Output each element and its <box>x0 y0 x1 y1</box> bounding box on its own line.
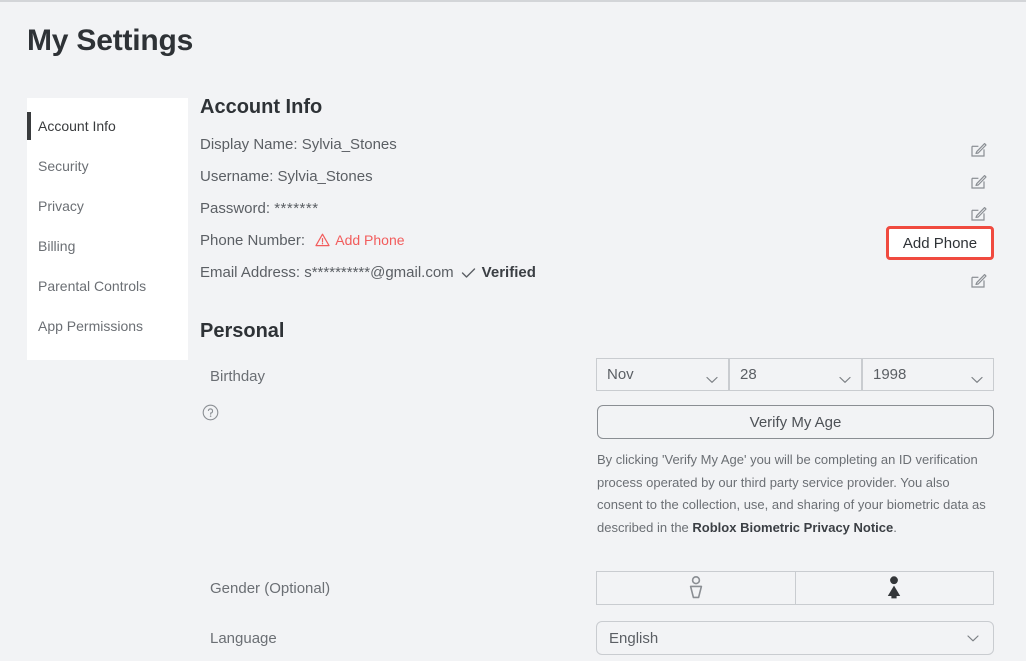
warning-triangle-icon <box>315 233 330 247</box>
row-username: Username: Sylvia_Stones <box>200 160 1000 192</box>
display-name-value: Sylvia_Stones <box>301 135 397 153</box>
phone-number-label: Phone Number: <box>200 231 310 249</box>
chevron-down-icon <box>971 371 983 383</box>
birthday-year-select[interactable]: 1998 <box>862 358 994 391</box>
display-name-label: Display Name: <box>200 135 302 153</box>
sidebar-item-label: Billing <box>38 238 76 254</box>
edit-email-icon[interactable] <box>970 272 987 289</box>
sidebar-item-parental-controls[interactable]: Parental Controls <box>27 266 188 306</box>
sidebar-item-label: Account Info <box>38 118 116 134</box>
sidebar-item-privacy[interactable]: Privacy <box>27 186 188 226</box>
row-phone-number: Phone Number: Add Phone <box>200 224 1000 256</box>
account-info-section: Account Info Display Name: Sylvia_Stones… <box>200 96 1000 288</box>
birthday-label: Birthday <box>210 368 266 385</box>
female-gender-icon <box>888 576 901 599</box>
sidebar-item-label: App Permissions <box>38 318 144 334</box>
sidebar-item-billing[interactable]: Billing <box>27 226 188 266</box>
language-label: Language <box>210 630 277 647</box>
sidebar-item-security[interactable]: Security <box>27 146 188 186</box>
birthday-year-value: 1998 <box>873 366 907 383</box>
add-phone-button[interactable]: Add Phone <box>886 226 994 260</box>
username-label: Username: <box>200 167 278 185</box>
birthday-month-value: Nov <box>607 366 634 383</box>
add-phone-link[interactable]: Add Phone <box>315 232 405 248</box>
sidebar-item-account-info[interactable]: Account Info <box>27 106 188 146</box>
age-verification-disclaimer: By clicking 'Verify My Age' you will be … <box>597 449 987 539</box>
row-display-name: Display Name: Sylvia_Stones <box>200 128 1000 160</box>
male-gender-icon <box>689 575 702 599</box>
chevron-down-icon <box>839 371 851 383</box>
gender-option-male[interactable] <box>596 571 796 605</box>
verify-my-age-button[interactable]: Verify My Age <box>597 405 994 439</box>
language-select[interactable]: English <box>596 621 994 655</box>
email-address-value: s**********@gmail.com <box>304 263 454 281</box>
sidebar-item-app-permissions[interactable]: App Permissions <box>27 306 188 346</box>
add-phone-link-label: Add Phone <box>335 232 405 248</box>
biometric-privacy-notice-link[interactable]: Roblox Biometric Privacy Notice <box>692 520 893 535</box>
status-badge: Verified <box>481 263 536 281</box>
sidebar-item-label: Privacy <box>38 198 84 214</box>
password-label: Password: <box>200 199 275 217</box>
help-circle-icon[interactable] <box>202 404 219 421</box>
section-heading-account-info: Account Info <box>200 96 323 118</box>
birthday-day-select[interactable]: 28 <box>729 358 862 391</box>
section-heading-personal: Personal <box>200 320 285 342</box>
settings-sidebar: Account Info Security Privacy Billing Pa… <box>27 98 188 360</box>
sidebar-item-label: Security <box>38 158 89 174</box>
sidebar-item-label: Parental Controls <box>38 278 147 294</box>
edit-password-icon[interactable] <box>970 205 987 222</box>
language-value: English <box>609 629 659 647</box>
username-value: Sylvia_Stones <box>277 167 373 185</box>
birthday-day-value: 28 <box>740 366 757 383</box>
password-value: ******* <box>274 199 319 217</box>
edit-display-name-icon[interactable] <box>970 141 987 158</box>
gender-label: Gender (Optional) <box>210 580 331 597</box>
check-icon <box>461 266 476 278</box>
email-address-label: Email Address: <box>200 263 305 281</box>
email-verified-status: Verified <box>461 264 536 281</box>
page-title: My Settings <box>27 24 194 57</box>
row-password: Password: ******* <box>200 192 1000 224</box>
row-email-address: Email Address: s**********@gmail.com Ver… <box>200 256 1000 288</box>
settings-page: My Settings Account Info Security Privac… <box>0 0 1026 661</box>
chevron-down-icon <box>967 630 979 647</box>
gender-selector <box>596 571 994 605</box>
birthday-month-select[interactable]: Nov <box>596 358 729 391</box>
chevron-down-icon <box>706 371 718 383</box>
edit-username-icon[interactable] <box>970 173 987 190</box>
gender-option-female[interactable] <box>795 571 994 605</box>
disclaimer-text-part2: . <box>893 519 897 535</box>
